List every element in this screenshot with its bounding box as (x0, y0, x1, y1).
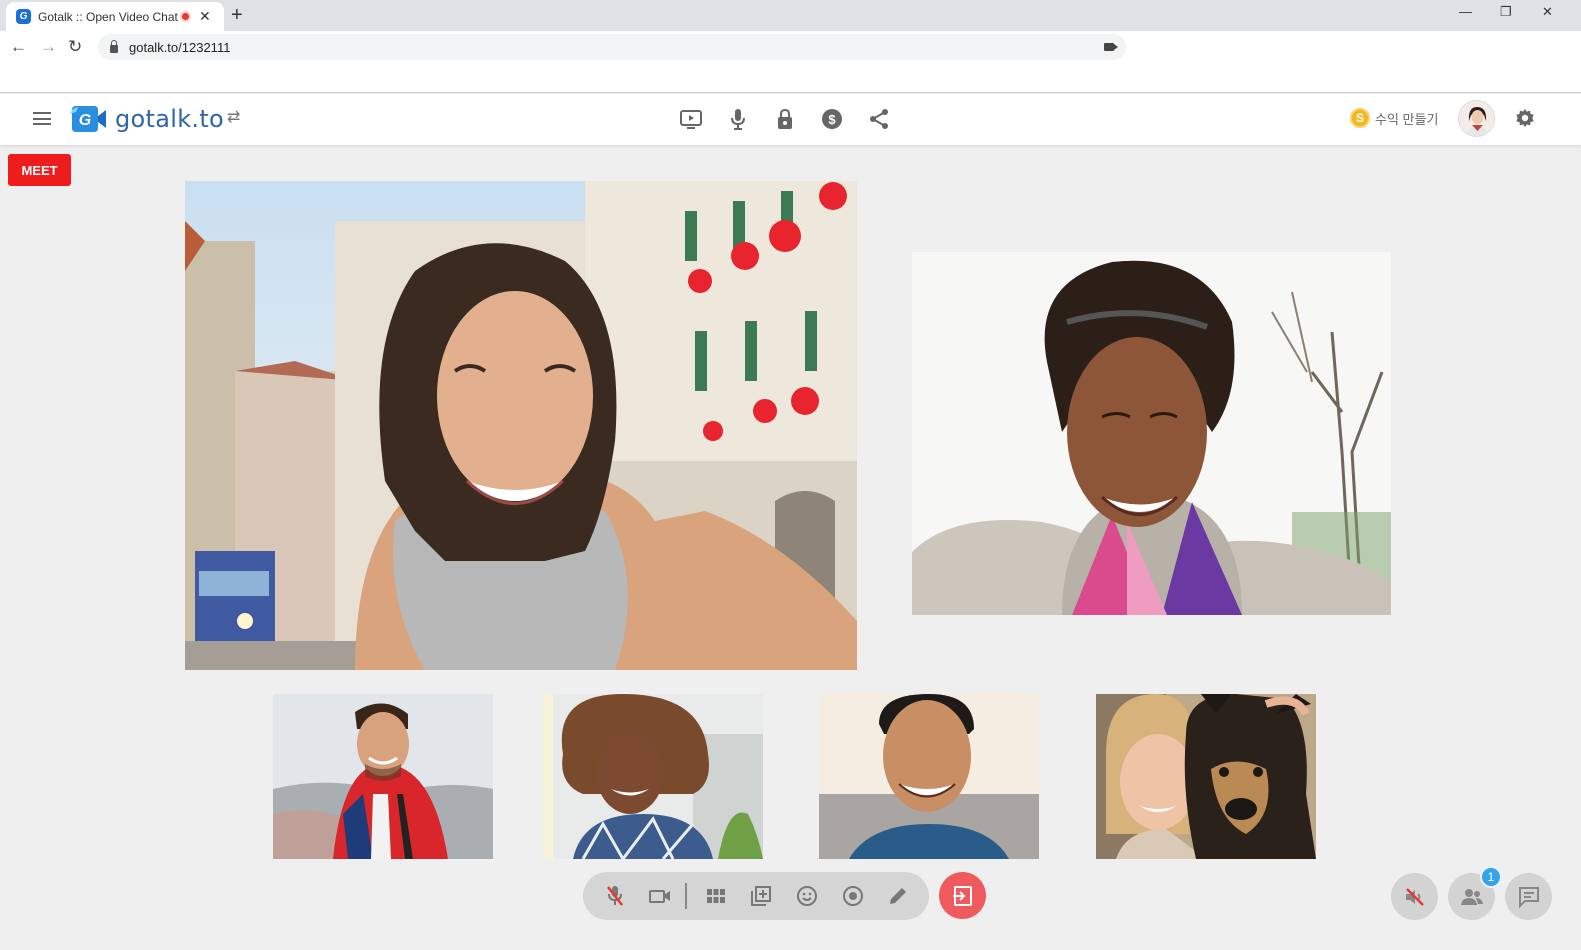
participants-count-badge: 1 (1480, 866, 1502, 888)
participant-video-1 (185, 181, 857, 670)
secure-lock-icon (110, 39, 118, 53)
participant-video-2 (912, 252, 1391, 615)
video-tile-small-1[interactable] (273, 694, 493, 859)
screen-share-icon[interactable] (678, 106, 703, 131)
microphone-icon[interactable] (725, 106, 750, 131)
browser-tab-strip: G Gotalk :: Open Video Chat ✕ + — ❐ ✕ (0, 0, 1581, 31)
browser-tab[interactable]: G Gotalk :: Open Video Chat ✕ (6, 2, 224, 31)
video-tile-main-2[interactable] (912, 252, 1391, 615)
logo-wordmark[interactable]: gotalk.to (115, 105, 224, 133)
camera-icon[interactable] (646, 881, 676, 911)
coin-icon: S (1350, 108, 1370, 128)
emoji-icon[interactable] (792, 881, 822, 911)
chat-button[interactable] (1505, 873, 1552, 920)
video-tile-main-1[interactable] (185, 181, 857, 670)
add-window-icon[interactable] (747, 881, 777, 911)
svg-text:$: $ (828, 112, 836, 127)
gotalk-favicon-icon: G (16, 9, 31, 24)
settings-gear-icon[interactable] (1514, 107, 1536, 129)
camera-in-use-icon[interactable] (1104, 43, 1118, 51)
recording-indicator-icon (180, 11, 191, 22)
menu-icon[interactable] (33, 112, 51, 125)
meet-badge[interactable]: MEET (8, 154, 71, 186)
speaker-off-icon (1405, 887, 1424, 906)
tab-title: Gotalk :: Open Video Chat (38, 9, 178, 24)
pen-icon[interactable] (883, 881, 913, 911)
control-divider (685, 883, 688, 909)
minimize-window-icon[interactable]: — (1459, 4, 1472, 19)
restore-window-icon[interactable]: ❐ (1500, 4, 1512, 20)
earn-money-button[interactable]: S 수익 만들기 (1350, 108, 1438, 128)
participant-video-6 (1096, 694, 1316, 859)
app-header: G gotalk.to ⇄ $ S 수익 만들기 (0, 94, 1581, 145)
mic-off-icon[interactable] (600, 881, 630, 911)
user-avatar[interactable] (1458, 100, 1495, 137)
speaker-off-button[interactable] (1391, 873, 1438, 920)
participant-video-4 (543, 694, 763, 859)
address-bar[interactable]: gotalk.to/1232111 (98, 34, 1126, 60)
share-icon[interactable] (866, 106, 891, 131)
video-tile-small-2[interactable] (543, 694, 763, 859)
url-text: gotalk.to/1232111 (129, 39, 231, 55)
header-actions: $ (678, 106, 891, 131)
participant-video-3 (273, 694, 493, 859)
svg-text:G: G (79, 112, 91, 129)
dollar-icon[interactable]: $ (819, 106, 844, 131)
chat-icon (1518, 886, 1539, 908)
new-tab-button[interactable]: + (231, 4, 243, 27)
grid-layout-icon[interactable] (701, 881, 731, 911)
earn-money-label: 수익 만들기 (1375, 111, 1439, 127)
forward-arrow-icon[interactable]: → (40, 37, 57, 57)
call-control-bar (583, 872, 929, 920)
video-tile-small-3[interactable] (819, 694, 1039, 859)
reload-icon[interactable]: ↻ (68, 37, 82, 57)
close-window-icon[interactable]: ✕ (1542, 4, 1553, 20)
back-arrow-icon[interactable]: ← (10, 37, 27, 57)
participant-video-5 (819, 694, 1039, 859)
lock-icon[interactable] (772, 106, 797, 131)
close-tab-icon[interactable]: ✕ (199, 8, 211, 25)
record-icon[interactable] (838, 881, 868, 911)
participants-icon (1460, 888, 1483, 905)
browser-toolbar: ← → ↻ gotalk.to/1232111 (0, 31, 1581, 93)
video-tile-small-4[interactable] (1096, 694, 1316, 859)
leave-call-button[interactable] (939, 872, 986, 919)
exit-icon (952, 885, 972, 906)
swap-arrows-icon[interactable]: ⇄ (227, 107, 240, 127)
gotalk-logo-icon: G (70, 106, 106, 132)
